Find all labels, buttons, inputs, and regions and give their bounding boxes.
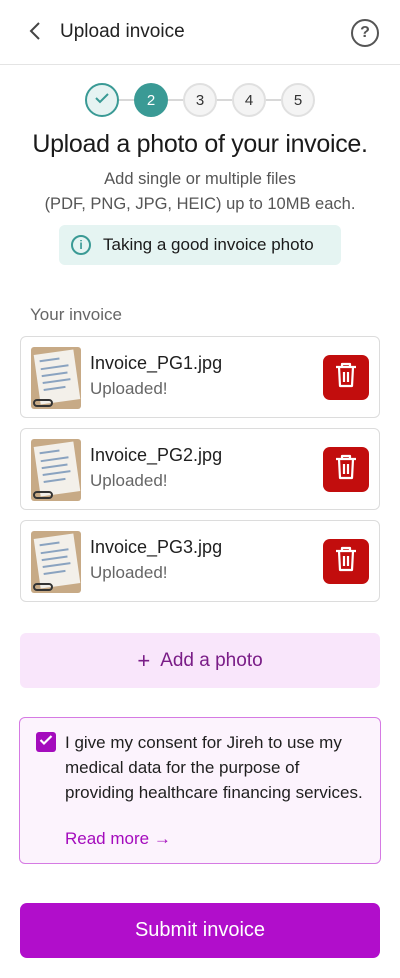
trash-icon [334,361,358,394]
step-1-complete [85,83,119,117]
step-5: 5 [281,83,315,117]
file-status: Uploaded! [90,563,168,582]
delete-file-button[interactable] [323,447,369,492]
trash-icon [334,453,358,486]
instructions-line-1: Add single or multiple files [104,170,296,188]
invoice-thumbnail [31,347,81,409]
consent-text: I give my consent for Jireh to use my me… [65,733,363,802]
read-more-link[interactable]: Read more → [65,829,171,849]
page-title: Upload invoice [60,21,185,42]
check-icon [94,91,110,109]
add-photo-label: Add a photo [160,649,263,671]
step-4: 4 [232,83,266,117]
consent-box: I give my consent for Jireh to use my me… [19,717,381,864]
progress-stepper: 2 3 4 5 [85,83,315,117]
back-button[interactable] [22,20,48,46]
photo-tips-label: Taking a good invoice photo [103,235,314,254]
invoice-thumbnail [31,531,81,593]
file-name: Invoice_PG1.jpg [90,353,223,373]
step-connector [266,99,281,101]
photo-tips-button[interactable]: i Taking a good invoice photo [59,225,341,265]
consent-checkbox[interactable] [36,732,56,752]
add-photo-button[interactable]: + Add a photo [20,633,380,688]
help-circle-icon: ? [360,24,370,41]
invoice-section-label: Your invoice [30,305,122,324]
app-header: Upload invoice ? [0,0,400,65]
delete-file-button[interactable] [323,539,369,584]
trash-icon [334,545,358,578]
delete-file-button[interactable] [323,355,369,400]
file-card: Invoice_PG3.jpg Uploaded! [20,520,380,602]
upload-instructions: Add single or multiple files (PDF, PNG, … [20,167,380,217]
help-button[interactable]: ? [351,19,379,47]
chevron-left-icon [28,21,42,46]
file-card: Invoice_PG1.jpg Uploaded! [20,336,380,418]
instructions-line-2: (PDF, PNG, JPG, HEIC) up to 10MB each. [44,195,356,213]
step-connector [217,99,232,101]
invoice-thumbnail [31,439,81,501]
step-connector [168,99,183,101]
step-connector [119,99,134,101]
plus-icon: + [137,647,151,673]
submit-invoice-button[interactable]: Submit invoice [20,903,380,958]
info-icon: i [71,235,91,255]
check-icon [39,733,53,751]
file-card: Invoice_PG2.jpg Uploaded! [20,428,380,510]
step-2-current: 2 [134,83,168,117]
file-name: Invoice_PG3.jpg [90,537,223,557]
file-status: Uploaded! [90,471,168,490]
file-name: Invoice_PG2.jpg [90,445,223,465]
file-status: Uploaded! [90,379,168,398]
upload-heading: Upload a photo of your invoice. [32,130,368,158]
step-3: 3 [183,83,217,117]
